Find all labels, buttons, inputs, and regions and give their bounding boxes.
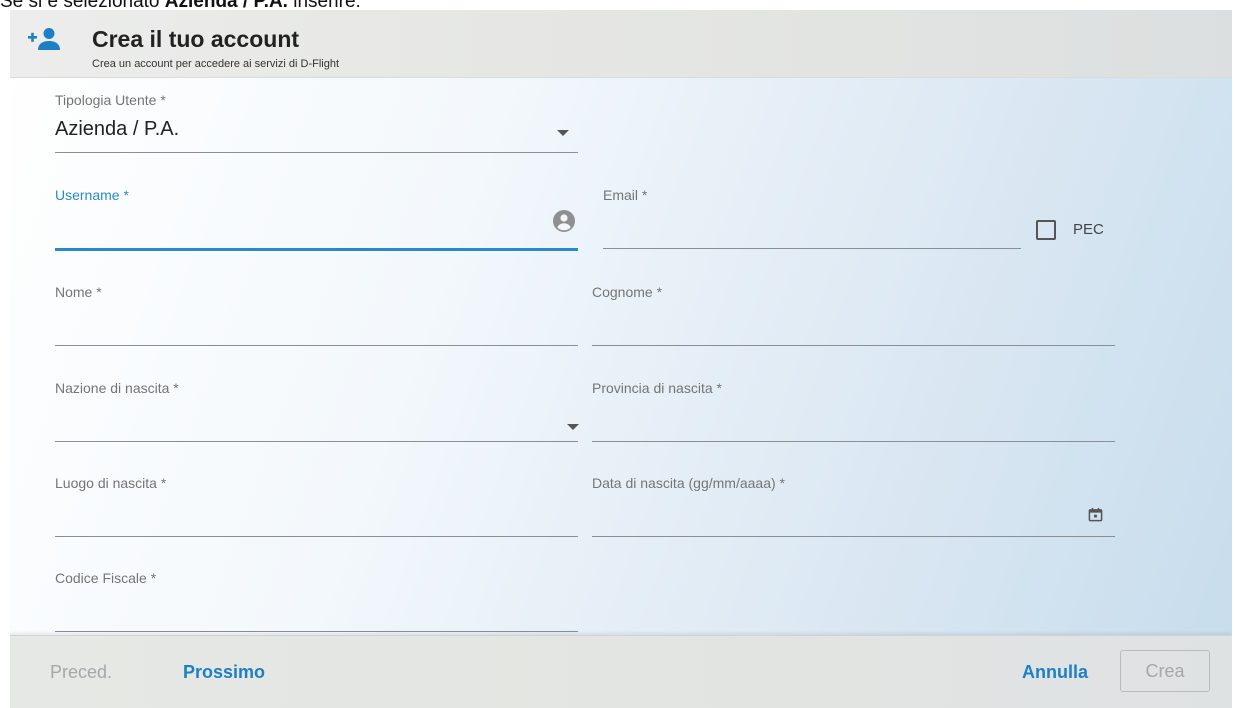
dialog-header: Crea il tuo account Crea un account per …: [10, 10, 1232, 78]
chevron-down-icon: [557, 130, 569, 136]
dialog-subtitle: Crea un account per accedere ai servizi …: [92, 58, 340, 70]
provincia-nascita-input[interactable]: Provincia di nascita *: [592, 380, 1115, 444]
next-button[interactable]: Prossimo: [183, 662, 265, 683]
create-account-dialog: Crea il tuo account Crea un account per …: [10, 10, 1232, 708]
username-input[interactable]: Username *: [55, 187, 578, 253]
account-circle-icon: [553, 210, 575, 232]
tipologia-utente-select[interactable]: Tipologia Utente * Azienda / P.A.: [55, 92, 578, 154]
prev-button[interactable]: Preced.: [50, 662, 112, 683]
codice-fiscale-label: Codice Fiscale *: [55, 570, 157, 586]
email-label: Email *: [603, 187, 648, 203]
nome-input[interactable]: Nome *: [55, 284, 578, 348]
dialog-footer: Preced. Prossimo Annulla Crea: [10, 635, 1232, 708]
chevron-down-icon: [567, 424, 579, 430]
tipologia-utente-label: Tipologia Utente *: [55, 92, 166, 108]
cognome-input[interactable]: Cognome *: [592, 284, 1115, 348]
pec-label[interactable]: PEC: [1073, 221, 1104, 238]
codice-fiscale-input[interactable]: Codice Fiscale *: [55, 570, 578, 634]
nome-label: Nome *: [55, 284, 102, 300]
username-label: Username *: [55, 187, 129, 203]
email-input[interactable]: Email *: [603, 187, 1021, 251]
add-user-icon: [28, 28, 60, 50]
cognome-label: Cognome *: [592, 284, 663, 300]
tipologia-utente-value: Azienda / P.A.: [55, 118, 180, 140]
create-button[interactable]: Crea: [1120, 650, 1210, 692]
luogo-nascita-input[interactable]: Luogo di nascita *: [55, 475, 578, 539]
nazione-nascita-label: Nazione di nascita *: [55, 380, 179, 396]
pec-checkbox[interactable]: [1036, 220, 1056, 240]
calendar-icon[interactable]: [1088, 507, 1103, 522]
dialog-title: Crea il tuo account: [92, 26, 300, 52]
luogo-nascita-label: Luogo di nascita *: [55, 475, 167, 491]
data-nascita-input[interactable]: Data di nascita (gg/mm/aaaa) *: [592, 475, 1115, 539]
cancel-button[interactable]: Annulla: [1022, 662, 1088, 683]
provincia-nascita-label: Provincia di nascita *: [592, 380, 722, 396]
data-nascita-label: Data di nascita (gg/mm/aaaa) *: [592, 475, 785, 491]
nazione-nascita-select[interactable]: Nazione di nascita *: [55, 380, 579, 444]
